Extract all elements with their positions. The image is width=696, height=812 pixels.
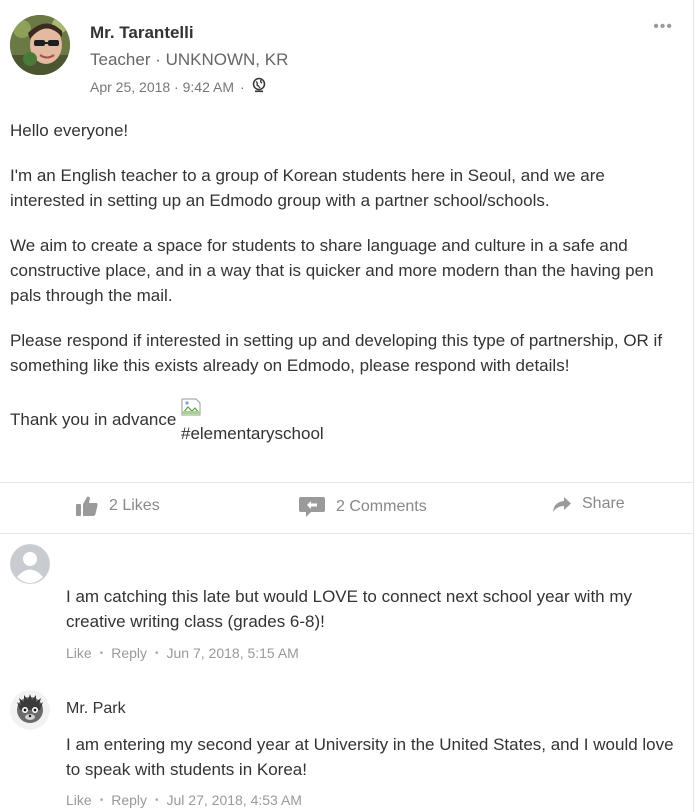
- closing-text: Thank you in advance: [10, 410, 177, 429]
- like-button[interactable]: 2 Likes: [75, 495, 160, 517]
- share-arrow-icon: [552, 495, 572, 513]
- commenter-name[interactable]: Mr. Park: [66, 700, 126, 718]
- thumbs-up-icon: [75, 495, 99, 517]
- post-paragraph: I'm an English teacher to a group of Kor…: [10, 166, 605, 210]
- author-role: Teacher · UNKNOWN, KR: [90, 50, 289, 69]
- post-timestamp[interactable]: Apr 25, 2018 · 9:42 AM: [90, 79, 234, 95]
- more-options-button[interactable]: •••: [653, 18, 673, 36]
- comment-reply-link[interactable]: Reply: [111, 792, 147, 808]
- post-paragraph: Hello everyone!: [10, 121, 129, 140]
- comment-text: I am catching this late but would LOVE t…: [66, 587, 633, 631]
- meta-dot: •: [155, 794, 159, 806]
- share-label: Share: [582, 495, 625, 512]
- hashtag-link[interactable]: #elementaryschool: [181, 424, 324, 444]
- post-meta: Apr 25, 2018 · 9:42 AM ·: [90, 77, 267, 96]
- user-silhouette-icon: [10, 544, 50, 584]
- comment-meta: Like • Reply • Jul 27, 2018, 4:53 AM: [66, 792, 302, 808]
- comment-meta: Like • Reply • Jun 7, 2018, 5:15 AM: [66, 645, 299, 661]
- meta-dot: •: [99, 647, 104, 659]
- comment-text: I am entering my second year at Universi…: [66, 735, 674, 779]
- comment-like-link[interactable]: Like: [66, 645, 92, 661]
- globe-icon: [251, 77, 267, 96]
- share-button[interactable]: Share: [552, 495, 625, 513]
- broken-image-icon: [181, 398, 201, 416]
- comment-timestamp: Jun 7, 2018, 5:15 AM: [166, 645, 299, 661]
- comments-button[interactable]: 2 Comments: [298, 495, 427, 519]
- comment-timestamp: Jul 27, 2018, 4:53 AM: [166, 792, 302, 808]
- post-paragraph: We aim to create a space for students to…: [10, 236, 654, 305]
- post-paragraph: Please respond if interested in setting …: [10, 331, 663, 375]
- commenter-avatar[interactable]: [10, 690, 50, 730]
- comment-icon: [298, 495, 326, 519]
- action-bar: 2 Likes 2 Comments Share: [0, 482, 694, 534]
- author-photo: [10, 15, 70, 75]
- post-card: Mr. Tarantelli Teacher · UNKNOWN, KR Apr…: [0, 0, 694, 812]
- comment-like-link[interactable]: Like: [66, 792, 92, 808]
- meta-dot: •: [155, 647, 159, 659]
- comment-reply-link[interactable]: Reply: [111, 645, 147, 661]
- author-name[interactable]: Mr. Tarantelli: [90, 23, 194, 43]
- commenter-avatar-placeholder[interactable]: [10, 544, 50, 584]
- meta-dot: •: [99, 794, 104, 806]
- commenter-photo: [10, 690, 50, 730]
- post-body: Hello everyone! I'm an English teacher t…: [10, 118, 680, 398]
- comments-count: 2 Comments: [336, 498, 427, 515]
- author-avatar[interactable]: [10, 15, 70, 75]
- meta-separator: ·: [239, 78, 245, 95]
- likes-count: 2 Likes: [109, 497, 160, 514]
